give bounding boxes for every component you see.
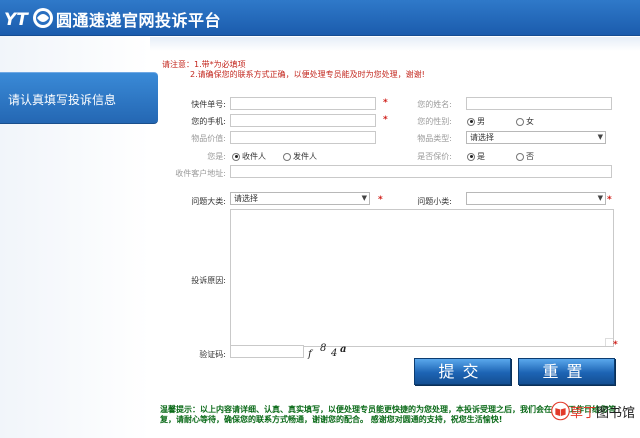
watermark-text: 草丁图书馆 — [569, 405, 635, 421]
sidebar-tab-label: 请认真填写投诉信息 — [8, 93, 117, 107]
sidebar-tab-complaint-info[interactable]: 请认真填写投诉信息 — [0, 72, 158, 124]
radio-dot — [467, 117, 475, 126]
site-header: YT 圆通速递官网投诉平台 — [0, 0, 640, 36]
you-are-radio-receiver[interactable]: 收件人 — [232, 151, 266, 162]
gender-radio-male[interactable]: 男 — [467, 116, 485, 127]
reason-textarea[interactable] — [230, 209, 614, 347]
gender-label: 您的性别: — [417, 117, 452, 126]
insured-radio-no[interactable]: 否 — [516, 151, 534, 162]
item-value-input[interactable] — [230, 131, 376, 144]
waybill-label: 快件单号: — [191, 100, 226, 109]
address-label: 收件客户地址: — [175, 169, 226, 178]
radio-dot — [516, 117, 524, 126]
required-mark: * — [607, 195, 612, 205]
notice-line-2: 2.请确保您的联系方式正确，以便处理专员能及时为您处理，谢谢! — [190, 70, 425, 79]
captcha-input[interactable] — [230, 345, 304, 358]
phone-input[interactable] — [230, 114, 376, 127]
name-input[interactable] — [466, 97, 612, 110]
category-select[interactable]: 请选择 ▼ — [230, 192, 370, 205]
dropdown-arrow-icon: ▼ — [597, 194, 603, 202]
resize-handle[interactable] — [605, 338, 613, 346]
yto-logo-icon: YT — [4, 8, 53, 30]
you-are-label: 您是: — [207, 152, 226, 161]
insured-label: 是否保价: — [417, 152, 452, 161]
subcategory-select[interactable]: ▼ — [466, 192, 606, 205]
required-mark: * — [383, 115, 388, 125]
insured-radio-yes[interactable]: 是 — [467, 151, 485, 162]
radio-dot — [467, 152, 475, 161]
item-type-select[interactable]: 请选择 ▼ — [466, 131, 606, 144]
watermark: 草丁图书馆 — [551, 393, 635, 429]
notice-line-1: 请注意：1.带*为必填项 — [162, 60, 246, 69]
phone-label: 您的手机: — [191, 117, 226, 126]
dropdown-arrow-icon: ▼ — [597, 133, 603, 141]
svg-text:YT: YT — [4, 10, 29, 30]
name-label: 您的姓名: — [417, 100, 452, 109]
captcha-image[interactable]: f 8 4 a — [306, 343, 354, 360]
book-logo-icon — [551, 401, 570, 421]
item-type-label: 物品类型: — [417, 134, 452, 143]
site-title: 圆通速递官网投诉平台 — [56, 11, 222, 30]
radio-dot — [516, 152, 524, 161]
address-input[interactable] — [230, 165, 612, 178]
required-mark: * — [378, 195, 383, 205]
item-value-label: 物品价值: — [191, 134, 226, 143]
radio-dot — [283, 152, 291, 161]
required-notice: 请注意：1.带*为必填项 2.请确保您的联系方式正确，以便处理专员能及时为您处理… — [162, 60, 425, 80]
required-mark: * — [613, 340, 618, 350]
waybill-input[interactable] — [230, 97, 376, 110]
submit-button[interactable]: 提交 — [414, 358, 511, 385]
category-label: 问题大类: — [191, 197, 226, 206]
captcha-label: 验证码: — [199, 350, 226, 359]
gender-radio-female[interactable]: 女 — [516, 116, 534, 127]
reason-label: 投诉原因: — [191, 276, 226, 285]
dropdown-arrow-icon: ▼ — [361, 194, 367, 202]
radio-dot — [232, 152, 240, 161]
required-mark: * — [383, 98, 388, 108]
subcategory-label: 问题小类: — [417, 197, 452, 206]
you-are-radio-sender[interactable]: 发件人 — [283, 151, 317, 162]
reset-button[interactable]: 重置 — [518, 358, 615, 385]
